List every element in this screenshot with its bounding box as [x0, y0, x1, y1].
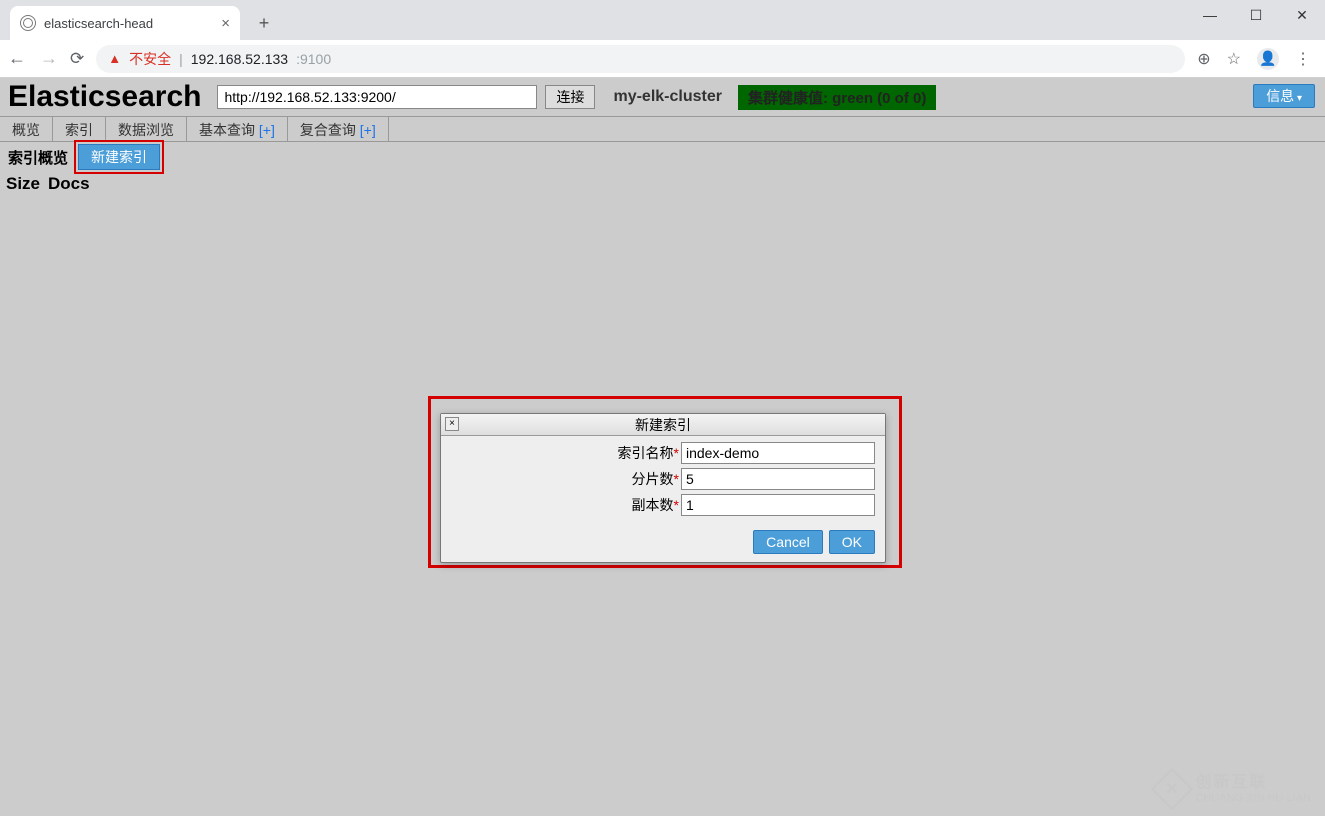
es-url-input[interactable] [217, 85, 537, 109]
tab-title: elasticsearch-head [44, 16, 153, 31]
url-port: :9100 [296, 51, 331, 67]
back-button[interactable]: ← [8, 48, 26, 69]
watermark-icon: ✕ [1151, 768, 1193, 810]
cluster-health-badge: 集群健康值: green (0 of 0) [738, 85, 936, 110]
col-size: Size [6, 174, 48, 194]
index-toolbar: 索引概览 新建索引 [0, 142, 1325, 172]
app-logo: Elasticsearch [8, 82, 201, 112]
table-header: Size Docs [0, 172, 1325, 196]
watermark: ✕ 创新互联 CHUANG XIN HU LIAN [1157, 774, 1311, 804]
connect-button[interactable]: 连接 [545, 85, 595, 109]
index-name-input[interactable] [681, 442, 875, 464]
browser-toolbar: ← → ⟳ ▲ 不安全 | 192.168.52.133:9100 ⊕ ☆ 👤 … [0, 40, 1325, 78]
highlight-annotation: 新建索引 [74, 140, 164, 174]
menu-icon[interactable]: ⋮ [1295, 49, 1311, 69]
insecure-label: 不安全 [129, 49, 171, 69]
dialog-titlebar[interactable]: × 新建索引 [441, 414, 885, 436]
dialog-title: 新建索引 [635, 415, 691, 435]
info-dropdown[interactable]: 信息 [1253, 84, 1315, 108]
dialog-close-icon[interactable]: × [445, 417, 459, 431]
app-header: Elasticsearch 连接 my-elk-cluster 集群健康值: g… [0, 78, 1325, 116]
index-overview-label: 索引概览 [8, 147, 68, 168]
cancel-button[interactable]: Cancel [753, 530, 823, 554]
browser-tab[interactable]: elasticsearch-head × [10, 6, 240, 40]
col-docs: Docs [48, 174, 90, 194]
replicas-input[interactable] [681, 494, 875, 516]
reload-button[interactable]: ⟳ [70, 49, 84, 69]
warning-icon: ▲ [108, 51, 121, 66]
bookmark-icon[interactable]: ☆ [1227, 49, 1241, 69]
window-close-button[interactable]: ✕ [1279, 0, 1325, 30]
browser-titlebar: elasticsearch-head × + — ☐ ✕ [0, 0, 1325, 40]
app-container: Elasticsearch 连接 my-elk-cluster 集群健康值: g… [0, 78, 1325, 816]
shards-input[interactable] [681, 468, 875, 490]
tab-basic-query[interactable]: 基本查询 [+] [187, 117, 288, 141]
url-host: 192.168.52.133 [191, 51, 288, 67]
tab-overview[interactable]: 概览 [0, 117, 53, 141]
tab-compound-query[interactable]: 复合查询 [+] [288, 117, 389, 141]
shards-label: 分片数* [451, 469, 681, 489]
search-icon[interactable]: ⊕ [1197, 49, 1210, 69]
profile-avatar[interactable]: 👤 [1257, 48, 1279, 70]
replicas-label: 副本数* [451, 495, 681, 515]
new-tab-button[interactable]: + [250, 9, 278, 37]
close-icon[interactable]: × [221, 15, 230, 32]
tab-browse[interactable]: 数据浏览 [106, 117, 187, 141]
create-index-button[interactable]: 新建索引 [78, 144, 160, 170]
forward-button: → [40, 48, 58, 69]
index-name-label: 索引名称* [451, 443, 681, 463]
ok-button[interactable]: OK [829, 530, 875, 554]
globe-icon [20, 15, 36, 31]
create-index-dialog: × 新建索引 索引名称* 分片数* 副本数* Cancel OK [440, 413, 886, 563]
address-bar[interactable]: ▲ 不安全 | 192.168.52.133:9100 [96, 45, 1185, 73]
tab-index[interactable]: 索引 [53, 117, 106, 141]
main-tabs: 概览 索引 数据浏览 基本查询 [+] 复合查询 [+] [0, 116, 1325, 142]
window-minimize-button[interactable]: — [1187, 0, 1233, 30]
cluster-name: my-elk-cluster [613, 88, 722, 106]
window-maximize-button[interactable]: ☐ [1233, 0, 1279, 30]
